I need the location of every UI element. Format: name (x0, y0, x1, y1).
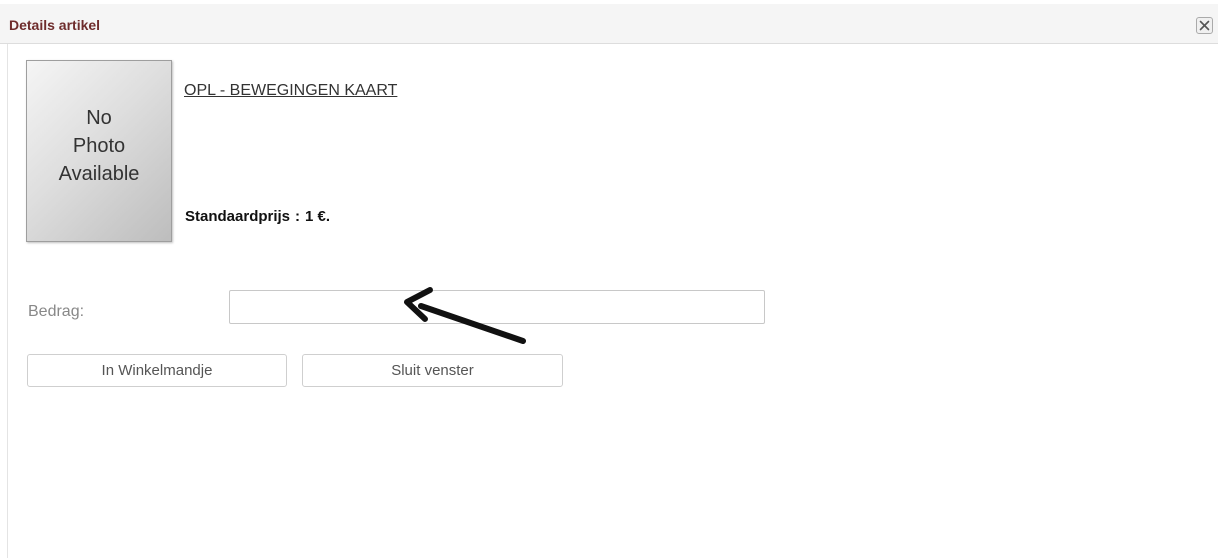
dialog-title-bar: Details artikel (0, 4, 1218, 44)
no-photo-line-3: Available (58, 163, 140, 185)
close-button[interactable] (1196, 17, 1213, 34)
article-name-link[interactable]: OPL - BEWEGINGEN KAART (184, 82, 397, 100)
article-image-placeholder: No Photo Available (26, 60, 172, 242)
price-separator: : (295, 208, 301, 225)
annotation-arrow-icon (404, 287, 526, 344)
page: Details artikel No Photo Available OPL -… (0, 0, 1218, 558)
no-photo-text: No Photo Available (34, 104, 164, 188)
standard-price: Standaardprijs:1 €. (185, 208, 330, 225)
dialog-title: Details artikel (9, 17, 101, 33)
no-photo-line-1: No (86, 107, 112, 129)
add-to-cart-button[interactable]: In Winkelmandje (27, 354, 287, 387)
close-window-button[interactable]: Sluit venster (302, 354, 563, 387)
no-photo-line-2: Photo (72, 135, 126, 157)
amount-label: Bedrag: (28, 303, 85, 320)
price-value: 1 €. (305, 208, 331, 225)
close-icon (1199, 20, 1210, 31)
dialog-left-border (7, 44, 8, 558)
price-label: Standaardprijs (185, 208, 291, 225)
